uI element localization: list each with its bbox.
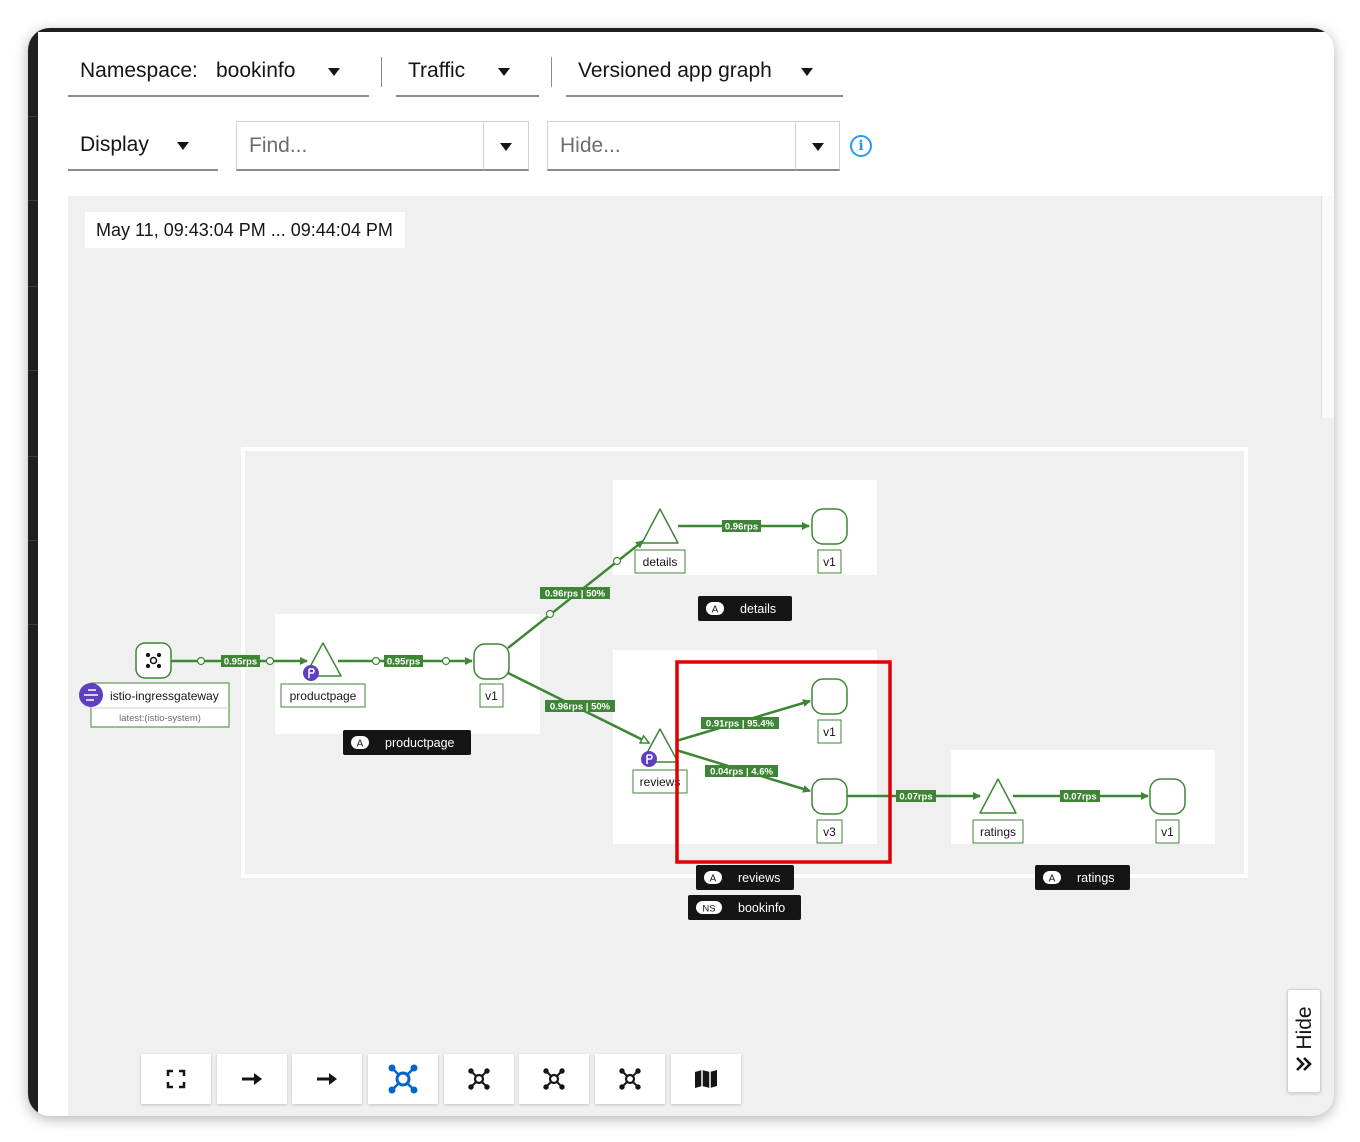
edge-label-v1-reviews: 0.96rps | 50% [545, 700, 615, 713]
svg-text:A: A [710, 874, 717, 885]
map-icon [695, 1070, 717, 1088]
svg-text:0.91rps | 95.4%: 0.91rps | 95.4% [706, 719, 775, 730]
svg-text:v1: v1 [485, 689, 498, 703]
svg-text:details: details [643, 555, 678, 569]
svg-text:reviews: reviews [738, 871, 780, 885]
layout-cose-button[interactable] [292, 1054, 362, 1104]
service-graph[interactable]: 0.95rps 0.95rps 0.96rps | 50% 0.96rps 0.… [28, 28, 1334, 1116]
double-chevron-right-icon [1296, 1057, 1312, 1071]
edge-label-ratings-v1: 0.07rps [1060, 790, 1100, 803]
svg-text:A: A [1049, 874, 1056, 885]
edge-label-v3-ratings: 0.07rps [896, 790, 936, 803]
legend-button[interactable] [671, 1054, 741, 1104]
arrow-right-icon [317, 1073, 337, 1085]
svg-text:ratings: ratings [1077, 871, 1115, 885]
layout-1-button[interactable] [368, 1054, 438, 1104]
svg-text:0.07rps: 0.07rps [1063, 792, 1096, 803]
svg-text:NS: NS [702, 904, 715, 915]
svg-text:v1: v1 [823, 555, 836, 569]
svg-text:reviews: reviews [640, 775, 681, 789]
layout-4-button[interactable] [595, 1054, 665, 1104]
layout-2-button[interactable] [444, 1054, 514, 1104]
svg-text:details: details [740, 602, 776, 616]
svg-text:v1: v1 [1161, 825, 1174, 839]
svg-text:ratings: ratings [980, 825, 1016, 839]
node-istio-ingressgateway[interactable]: istio-ingressgateway latest:(istio-syste… [79, 642, 230, 728]
svg-text:0.07rps: 0.07rps [899, 792, 932, 803]
svg-text:0.96rps | 50%: 0.96rps | 50% [545, 589, 606, 600]
topology-icon [543, 1068, 565, 1090]
fit-to-screen-button[interactable] [141, 1054, 211, 1104]
edge-label-reviews-v3: 0.04rps | 4.6% [705, 765, 778, 778]
topology-icon [468, 1068, 490, 1090]
topology-icon [388, 1064, 418, 1094]
svg-text:0.04rps | 4.6%: 0.04rps | 4.6% [710, 767, 773, 778]
svg-text:0.96rps: 0.96rps [725, 522, 758, 533]
svg-text:productpage: productpage [290, 689, 357, 703]
box-label-reviews: A reviews [696, 865, 794, 890]
side-panel-toggle[interactable]: Hide [1287, 989, 1321, 1093]
hide-label: Hide [1293, 1006, 1316, 1050]
app-window: Namespace: bookinfo Traffic Versioned ap… [28, 28, 1334, 1116]
box-label-namespace: NS bookinfo [688, 895, 801, 920]
expand-icon [166, 1069, 186, 1089]
edge-label-details-v1: 0.96rps [722, 520, 761, 533]
svg-text:0.95rps: 0.95rps [224, 657, 257, 668]
layout-3-button[interactable] [519, 1054, 589, 1104]
gateway-name: istio-ingressgateway [110, 689, 219, 703]
topology-icon [619, 1068, 641, 1090]
svg-text:A: A [357, 739, 364, 750]
gateway-sublabel: latest:(istio-system) [119, 713, 201, 724]
edge-label-gw-productpage: 0.95rps [221, 655, 260, 668]
layout-dagre-button[interactable] [217, 1054, 287, 1104]
svg-text:0.95rps: 0.95rps [387, 657, 420, 668]
svg-text:bookinfo: bookinfo [738, 901, 785, 915]
svg-text:productpage: productpage [385, 736, 455, 750]
edge-label-v1-details: 0.96rps | 50% [540, 587, 610, 600]
edge-label-productpage-v1: 0.95rps [384, 655, 423, 668]
node-reviews-v3[interactable]: v3 [811, 778, 848, 844]
edge-label-reviews-v1: 0.91rps | 95.4% [701, 717, 779, 730]
box-label-details: A details [698, 596, 792, 621]
box-label-ratings: A ratings [1035, 865, 1130, 890]
svg-text:v3: v3 [823, 825, 836, 839]
arrow-right-icon [242, 1073, 262, 1085]
svg-text:v1: v1 [823, 725, 836, 739]
box-label-productpage: A productpage [343, 730, 471, 755]
svg-text:A: A [712, 605, 719, 616]
svg-text:0.96rps | 50%: 0.96rps | 50% [550, 702, 611, 713]
